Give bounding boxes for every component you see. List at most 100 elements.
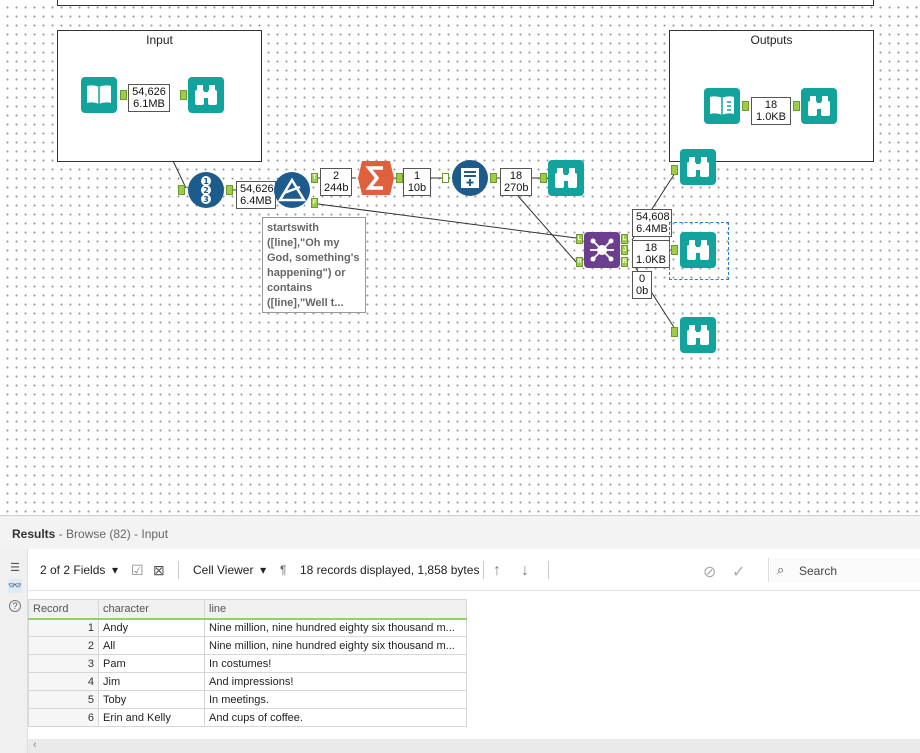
- append-fields-tool[interactable]: [452, 160, 488, 196]
- line-cell[interactable]: And cups of coffee.: [204, 708, 467, 727]
- list-icon[interactable]: ☰: [8, 561, 22, 575]
- filter-true-anchor[interactable]: T: [311, 173, 318, 183]
- record-cell[interactable]: 5: [28, 690, 99, 709]
- outputs-container[interactable]: Outputs: [669, 30, 874, 162]
- binoculars-icon[interactable]: 👓: [8, 579, 22, 593]
- results-table[interactable]: Record character line 1 Andy Nine millio…: [28, 599, 467, 727]
- table-row[interactable]: 2 All Nine million, nine hundred eighty …: [28, 636, 467, 655]
- help-icon[interactable]: ?: [9, 600, 21, 612]
- search-placeholder: Search: [799, 564, 838, 578]
- results-subtitle: - Browse (82) - Input: [55, 527, 169, 541]
- browse-tool-output[interactable]: [801, 88, 837, 124]
- browse-tool-join-right[interactable]: [680, 317, 716, 353]
- append-count: 18 270b: [500, 168, 532, 196]
- character-cell[interactable]: Erin and Kelly: [98, 708, 205, 727]
- check-icon[interactable]: ✓: [732, 562, 745, 582]
- table-row[interactable]: 1 Andy Nine million, nine hundred eighty…: [28, 618, 467, 637]
- filter-false-anchor[interactable]: F: [311, 198, 318, 208]
- arrow-down-icon[interactable]: ↓: [521, 562, 529, 580]
- svg-text:2: 2: [203, 186, 209, 195]
- character-cell[interactable]: Andy: [98, 618, 205, 637]
- line-cell[interactable]: Nine million, nine hundred eighty six th…: [204, 636, 467, 655]
- book-output-icon: [710, 96, 734, 115]
- record-cell[interactable]: 4: [28, 672, 99, 691]
- workflow-canvas[interactable]: Input Outputs 54,626 6.1MB 1 2 3 54,626 6: [0, 0, 920, 515]
- line-cell[interactable]: Nine million, nine hundred eighty six th…: [204, 618, 467, 637]
- filter-triangle-icon: [278, 177, 306, 202]
- character-cell[interactable]: Pam: [98, 654, 205, 673]
- results-body: ☰ 👓 ? 2 of 2 Fields ▾ ☑ ⊠ Cell Viewer ▾ …: [0, 549, 920, 753]
- output-data-tool[interactable]: [704, 88, 740, 124]
- recordid-in-anchor[interactable]: [178, 185, 185, 195]
- filter-tool[interactable]: [274, 172, 310, 208]
- search-input[interactable]: ⌕ Search: [768, 558, 920, 582]
- join-right-out-anchor[interactable]: R: [621, 257, 628, 267]
- table-row[interactable]: 6 Erin and Kelly And cups of coffee.: [28, 708, 467, 727]
- column-header-character[interactable]: character: [98, 599, 205, 620]
- table-row[interactable]: 5 Toby In meetings.: [28, 690, 467, 709]
- browse-right-in-anchor[interactable]: [671, 327, 678, 337]
- append-out-anchor[interactable]: [490, 173, 497, 183]
- output-browse-in-anchor[interactable]: [793, 101, 800, 111]
- output-out-anchor[interactable]: [742, 101, 749, 111]
- join-left-in-anchor[interactable]: L: [576, 234, 583, 244]
- output-count: 18 1.0KB: [751, 97, 791, 125]
- character-cell[interactable]: Jim: [98, 672, 205, 691]
- browse-tool-join-left[interactable]: [680, 149, 716, 185]
- line-cell[interactable]: In costumes!: [204, 654, 467, 673]
- book-icon: [87, 85, 111, 104]
- results-toolbar: 2 of 2 Fields ▾ ☑ ⊠ Cell Viewer ▾ ¶ 18 r…: [28, 549, 920, 591]
- record-cell[interactable]: 2: [28, 636, 99, 655]
- sigma-icon: [358, 161, 394, 195]
- browse-left-in-anchor[interactable]: [671, 165, 678, 175]
- checkbox-icon[interactable]: ☑: [131, 562, 144, 579]
- line-cell[interactable]: In meetings.: [204, 690, 467, 709]
- line-cell[interactable]: And impressions!: [204, 672, 467, 691]
- binoculars-icon: [195, 85, 217, 105]
- results-pane: Results - Browse (82) - Input ☰ 👓 ? 2 of…: [0, 515, 920, 753]
- scroll-left-icon[interactable]: ‹: [33, 739, 37, 751]
- cancel-icon[interactable]: ⊘: [703, 562, 716, 582]
- append-in-anchor[interactable]: [442, 173, 449, 183]
- column-header-line[interactable]: line: [204, 599, 467, 620]
- pilcrow-icon[interactable]: ¶: [280, 563, 286, 577]
- column-header-record[interactable]: Record: [28, 599, 99, 620]
- arrow-up-icon[interactable]: ↑: [493, 562, 501, 580]
- summarize-out-anchor[interactable]: [396, 173, 403, 183]
- filter-annotation: startswith ([line],"Oh my God, something…: [262, 217, 366, 313]
- horizontal-scrollbar[interactable]: ‹: [28, 739, 920, 753]
- join-join-out-anchor[interactable]: J: [621, 245, 628, 255]
- recordid-out-anchor[interactable]: [226, 185, 233, 195]
- table-row[interactable]: 3 Pam In costumes!: [28, 654, 467, 673]
- record-id-tool[interactable]: 1 2 3: [188, 172, 224, 208]
- browse-in-anchor[interactable]: [180, 90, 187, 100]
- cell-viewer-dropdown[interactable]: Cell Viewer ▾: [193, 563, 266, 577]
- join-right-in-anchor[interactable]: R: [576, 257, 583, 267]
- toolbar-divider: [178, 561, 179, 579]
- binoculars-icon: [687, 240, 709, 260]
- summarize-tool[interactable]: [356, 160, 396, 196]
- toolbar-divider: [483, 561, 484, 579]
- outputs-container-title: Outputs: [750, 33, 793, 47]
- browse-tool-join[interactable]: [680, 232, 716, 268]
- binoculars-icon: [555, 168, 577, 188]
- character-cell[interactable]: All: [98, 636, 205, 655]
- browse-append-in-anchor[interactable]: [540, 173, 547, 183]
- join-left-out-anchor[interactable]: L: [621, 234, 628, 244]
- record-cell[interactable]: 1: [28, 618, 99, 637]
- input-data-tool[interactable]: [81, 77, 117, 113]
- binoculars-icon: [687, 157, 709, 177]
- fields-dropdown[interactable]: 2 of 2 Fields ▾: [40, 563, 118, 577]
- summarize-count: 1 10b: [403, 168, 431, 196]
- browse-tool-input[interactable]: [188, 77, 224, 113]
- character-cell[interactable]: Toby: [98, 690, 205, 709]
- records-status: 18 records displayed, 1,858 bytes: [300, 563, 480, 577]
- table-row[interactable]: 4 Jim And impressions!: [28, 672, 467, 691]
- record-cell[interactable]: 6: [28, 708, 99, 727]
- join-tool[interactable]: [584, 232, 620, 268]
- deselect-icon[interactable]: ⊠: [153, 562, 165, 579]
- browse-tool-append[interactable]: [548, 160, 584, 196]
- browse-join-in-anchor[interactable]: [671, 245, 678, 255]
- input-out-anchor[interactable]: [120, 90, 127, 100]
- record-cell[interactable]: 3: [28, 654, 99, 673]
